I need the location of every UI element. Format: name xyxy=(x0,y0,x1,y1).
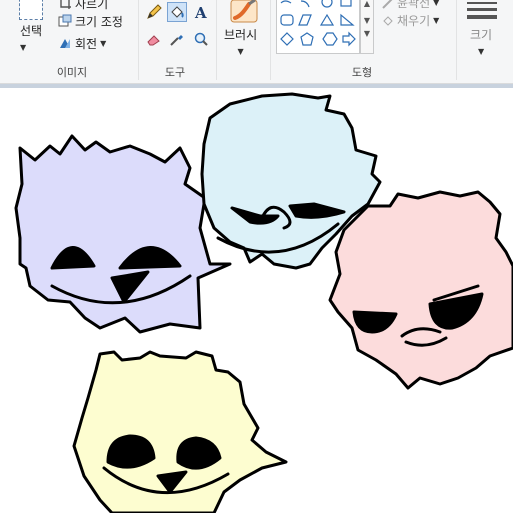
color-picker-tool[interactable] xyxy=(167,29,187,49)
fill-icon xyxy=(171,6,184,18)
drawing-artwork xyxy=(14,92,513,513)
line-size-icon xyxy=(467,2,497,19)
pencil-tool[interactable] xyxy=(144,2,164,22)
magnifier-tool[interactable] xyxy=(191,29,211,49)
brushes-dropdown-icon[interactable]: ▼ xyxy=(237,47,243,56)
divider xyxy=(270,0,271,80)
divider xyxy=(138,0,139,80)
divider xyxy=(456,0,457,80)
size-button[interactable]: 크기 ▼ xyxy=(462,0,502,56)
magnifier-icon xyxy=(194,32,208,46)
ribbon: 선택 ▼ 자르기 크기 조정 회전 ▼ 이미지 A 도구 브러시 ▼ ▲ ▼ ▼… xyxy=(0,0,513,84)
crop-label: 자르기 xyxy=(75,0,109,11)
rotate-label: 회전 xyxy=(75,36,98,51)
fill-button[interactable]: 채우기 ▼ xyxy=(382,12,439,29)
pencil-icon xyxy=(147,4,162,19)
pink-face xyxy=(328,190,513,390)
outline-button[interactable]: 윤곽선 ▼ xyxy=(382,0,439,11)
rotate-dropdown-icon[interactable]: ▼ xyxy=(100,39,106,48)
svg-text:A: A xyxy=(194,4,207,20)
expand-gallery-icon[interactable]: ▼ xyxy=(361,29,373,38)
tools-group: A xyxy=(142,0,212,56)
brushes-label: 브러시 xyxy=(224,28,258,42)
crop-icon xyxy=(60,0,71,9)
yellow-face xyxy=(72,350,288,513)
text-tool[interactable]: A xyxy=(191,2,211,22)
shapes-group-label: 도형 xyxy=(351,66,373,79)
rotate-button[interactable]: 회전 ▼ xyxy=(58,34,106,52)
size-dropdown-icon[interactable]: ▼ xyxy=(478,47,484,56)
canvas-area xyxy=(0,84,513,513)
image-group-label: 이미지 xyxy=(56,66,88,79)
fill-dropdown-icon[interactable]: ▼ xyxy=(433,16,439,25)
eraser-icon xyxy=(147,35,160,46)
select-label: 선택 xyxy=(20,24,43,38)
outline-label: 윤곽선 xyxy=(397,0,431,10)
outline-dropdown-icon[interactable]: ▼ xyxy=(433,0,439,7)
color-picker-icon xyxy=(170,35,183,46)
outline-icon xyxy=(382,0,392,9)
rotate-icon xyxy=(60,39,70,48)
size-label: 크기 xyxy=(470,28,493,42)
purple-face xyxy=(14,134,232,334)
drawing-canvas[interactable] xyxy=(0,88,513,513)
select-icon xyxy=(19,0,43,20)
scroll-up-icon[interactable]: ▲ xyxy=(361,0,373,8)
resize-icon xyxy=(58,14,72,27)
select-button[interactable]: 선택 ▼ xyxy=(6,0,54,52)
fill-label: 채우기 xyxy=(397,14,431,28)
resize-label: 크기 조정 xyxy=(75,14,123,29)
crop-button[interactable]: 자르기 xyxy=(58,0,108,12)
divider xyxy=(216,0,217,80)
fill-shape-icon xyxy=(383,15,393,26)
resize-button[interactable]: 크기 조정 xyxy=(58,12,123,30)
select-dropdown-icon[interactable]: ▼ xyxy=(20,43,26,52)
eraser-tool[interactable] xyxy=(144,29,164,49)
fill-tool[interactable] xyxy=(167,2,187,22)
text-icon: A xyxy=(194,4,207,20)
shapes-gallery[interactable] xyxy=(276,0,360,54)
brushes-button[interactable]: 브러시 ▼ xyxy=(222,0,266,56)
scroll-down-icon[interactable]: ▼ xyxy=(361,16,373,25)
shapes-scroll-button[interactable]: ▲ ▼ ▼ xyxy=(360,0,374,54)
shapes-gallery-icons xyxy=(280,0,356,47)
tools-group-label: 도구 xyxy=(164,66,186,79)
